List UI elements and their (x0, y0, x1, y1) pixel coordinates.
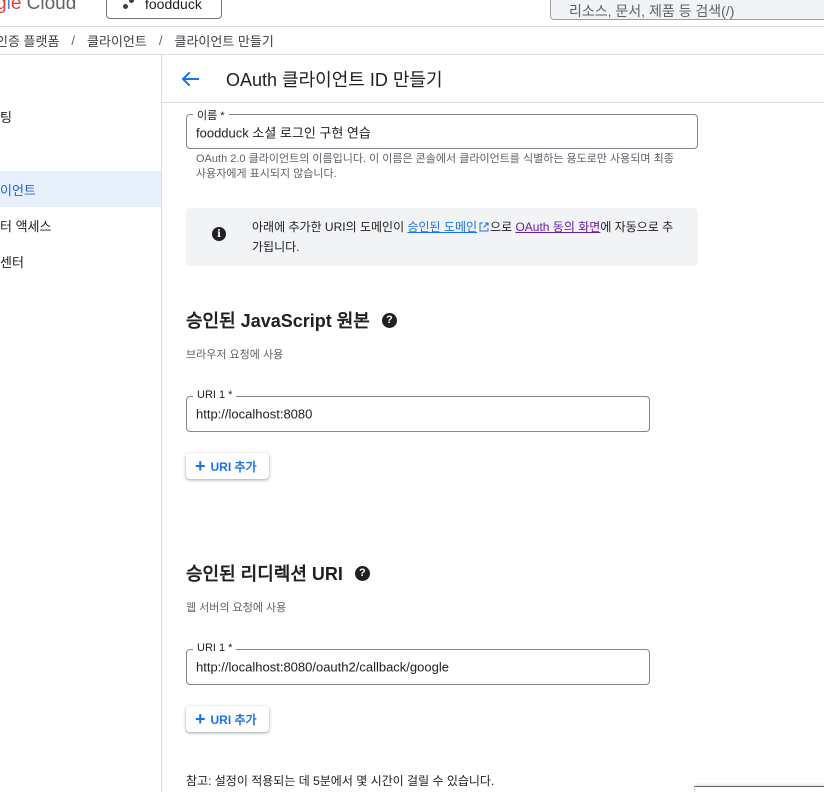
logo-letter: e (10, 0, 22, 14)
sidebar-item-branding[interactable]: 팅 (0, 98, 161, 134)
help-icon[interactable]: ? (381, 312, 397, 328)
redirect-uris-title: 승인된 리디렉션 URI ? (186, 560, 370, 586)
sidebar-item-label: 센터 (0, 254, 24, 270)
sidebar-item-data-access[interactable]: 터 액세스 (0, 207, 161, 243)
breadcrumb: 인증 플랫폼 / 클라이언트 / 클라이언트 만들기 (0, 27, 824, 55)
info-text-part: 으로 (490, 220, 516, 234)
external-link-icon (479, 222, 489, 232)
breadcrumb-item-clients[interactable]: 클라이언트 (87, 31, 147, 50)
sidebar-item-clients[interactable]: 이언트 (0, 171, 161, 207)
client-name-helper: OAuth 2.0 클라이언트의 이름입니다. 이 이름은 콘솔에서 클라이언트… (196, 153, 674, 180)
js-origin-uri-1-label: URI 1 * (193, 389, 237, 401)
bottom-right-panel-edge (694, 786, 824, 792)
sidebar-item-label: 이언트 (0, 182, 36, 198)
redirect-uris-subtitle: 웹 서버의 요청에 사용 (186, 602, 287, 614)
domain-info-box: i 아래에 추가한 URI의 도메인이 승인된 도메인 으로 OAuth 동의 화… (186, 208, 698, 266)
google-cloud-logo[interactable]: gle Cloud (0, 0, 76, 15)
js-origins-subtitle: 브라우저 요청에 사용 (186, 349, 284, 361)
project-hierarchy-icon (123, 0, 135, 10)
js-origins-title-text: 승인된 JavaScript 원본 (186, 311, 370, 331)
breadcrumb-separator: / (71, 33, 76, 48)
plus-icon: + (195, 709, 206, 729)
redirect-uri-1-value[interactable]: http://localhost:8080/oauth2/callback/go… (196, 660, 449, 675)
plus-icon: + (195, 456, 206, 476)
add-redirect-uri-button[interactable]: + URI 추가 (186, 706, 269, 732)
client-name-value[interactable]: foodduck 소셜 로그인 구현 연습 (196, 122, 371, 141)
settings-delay-note: 참고: 설정이 적용되는 데 5분에서 몇 시간이 걸릴 수 있습니다. (186, 774, 495, 788)
client-name-label: 이름 * (193, 107, 229, 123)
logo-word: Cloud (21, 0, 77, 14)
breadcrumb-separator: / (158, 33, 163, 48)
redirect-uri-1-label: URI 1 * (193, 642, 237, 654)
breadcrumb-item-auth-platform[interactable]: 인증 플랫폼 (0, 31, 59, 50)
client-name-field[interactable]: 이름 * foodduck 소셜 로그인 구현 연습 (186, 107, 698, 149)
add-uri-label: URI 추가 (210, 459, 257, 474)
js-origin-uri-1-value[interactable]: http://localhost:8080 (196, 407, 312, 422)
top-bar: gle Cloud foodduck 리소스, 문서, 제품 등 검색(/) (0, 0, 824, 27)
back-arrow-icon[interactable] (178, 67, 202, 91)
sidebar-item-label: 터 액세스 (0, 218, 52, 234)
logo-letter: g (0, 0, 7, 14)
page-title: OAuth 클라이언트 ID 만들기 (226, 69, 443, 90)
domain-info-text: 아래에 추가한 URI의 도메인이 승인된 도메인 으로 OAuth 동의 화면에… (252, 217, 682, 257)
breadcrumb-item-create-client: 클라이언트 만들기 (174, 34, 274, 49)
js-origins-title: 승인된 JavaScript 원본 ? (186, 307, 397, 333)
redirect-uri-1-field[interactable]: URI 1 * http://localhost:8080/oauth2/cal… (186, 642, 650, 685)
sidebar-item-verification-center[interactable]: 센터 (0, 243, 161, 279)
help-icon[interactable]: ? (354, 565, 370, 581)
authorized-domains-link[interactable]: 승인된 도메인 (407, 220, 477, 234)
search-input[interactable]: 리소스, 문서, 제품 등 검색(/) (550, 0, 824, 20)
project-picker-button[interactable]: foodduck (106, 0, 222, 19)
sidebar-item-label: 팅 (0, 109, 12, 125)
redirect-uris-title-text: 승인된 리디렉션 URI (186, 564, 343, 584)
add-uri-label: URI 추가 (210, 712, 257, 727)
info-icon: i (212, 227, 226, 241)
project-name: foodduck (145, 0, 202, 12)
main-content[interactable]: 이름 * foodduck 소셜 로그인 구현 연습 OAuth 2.0 클라이… (162, 104, 824, 792)
oauth-consent-screen-link[interactable]: OAuth 동의 화면 (515, 220, 600, 234)
info-text-part: 아래에 추가한 URI의 도메인이 (252, 220, 408, 234)
add-js-origin-uri-button[interactable]: + URI 추가 (186, 453, 269, 479)
sidebar: 팅 이언트 터 액세스 센터 (0, 55, 162, 792)
page-header: OAuth 클라이언트 ID 만들기 (162, 55, 824, 103)
js-origin-uri-1-field[interactable]: URI 1 * http://localhost:8080 (186, 389, 650, 432)
search-placeholder: 리소스, 문서, 제품 등 검색(/) (569, 3, 735, 19)
